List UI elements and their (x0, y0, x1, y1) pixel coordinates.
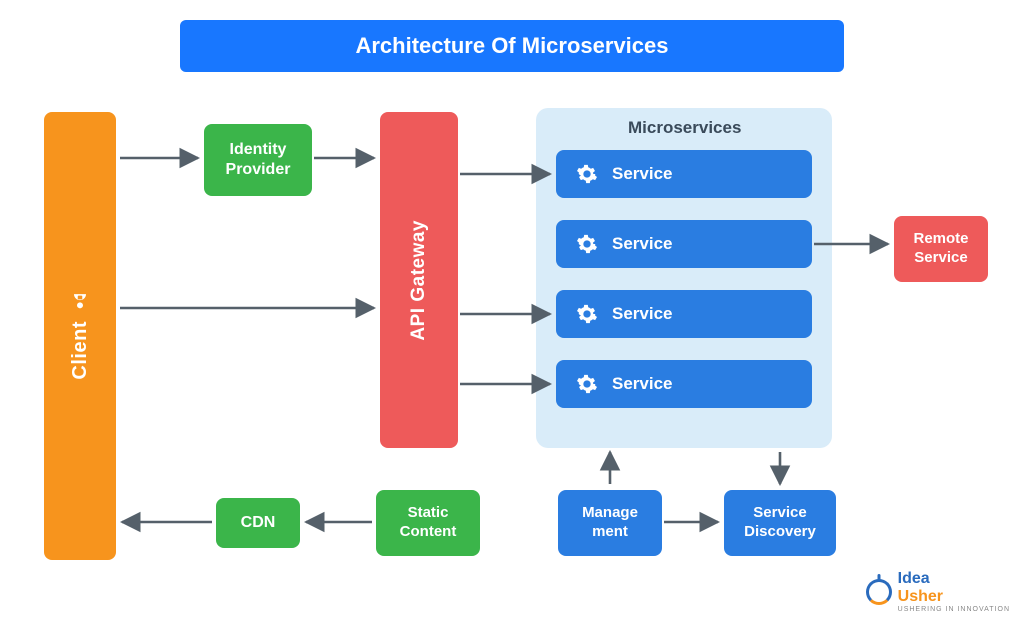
api-gateway-label: API Gateway (407, 220, 431, 341)
remote-service-label: Remote Service (913, 230, 968, 268)
api-gateway-box: API Gateway (380, 112, 458, 448)
brand-sub: Usher (898, 588, 943, 605)
service-3-label: Service (612, 304, 673, 324)
brand-name: Idea (898, 570, 930, 587)
service-2-label: Service (612, 234, 673, 254)
service-1-label: Service (612, 164, 673, 184)
identity-provider-label: Identity Provider (226, 140, 291, 180)
service-2: Service (556, 220, 812, 268)
service-3: Service (556, 290, 812, 338)
cdn-label: CDN (241, 513, 276, 533)
static-content-label: Static Content (400, 504, 457, 542)
gear-icon (576, 233, 598, 255)
arrows-layer (0, 0, 1024, 623)
gear-icon (576, 163, 598, 185)
gear-icon (576, 303, 598, 325)
cdn-box: CDN (216, 498, 300, 548)
gear-icon (576, 373, 598, 395)
service-4-label: Service (612, 374, 673, 394)
service-discovery-label: Service Discovery (744, 504, 816, 542)
microservices-title: Microservices (628, 118, 741, 138)
brand-logo-icon (866, 579, 892, 605)
remote-service-box: Remote Service (894, 216, 988, 282)
service-1: Service (556, 150, 812, 198)
diagram-title: Architecture Of Microservices (180, 20, 844, 72)
client-label: Client (68, 321, 93, 380)
brand-tagline: USHERING IN INNOVATION (898, 606, 1010, 613)
identity-provider-box: Identity Provider (204, 124, 312, 196)
management-box: Manage ment (558, 490, 662, 556)
client-box: Client (44, 112, 116, 560)
brand-logo-block: Idea Usher USHERING IN INNOVATION (866, 570, 1010, 613)
service-discovery-box: Service Discovery (724, 490, 836, 556)
person-icon (71, 293, 89, 311)
static-content-box: Static Content (376, 490, 480, 556)
service-4: Service (556, 360, 812, 408)
management-label: Manage ment (582, 504, 638, 542)
